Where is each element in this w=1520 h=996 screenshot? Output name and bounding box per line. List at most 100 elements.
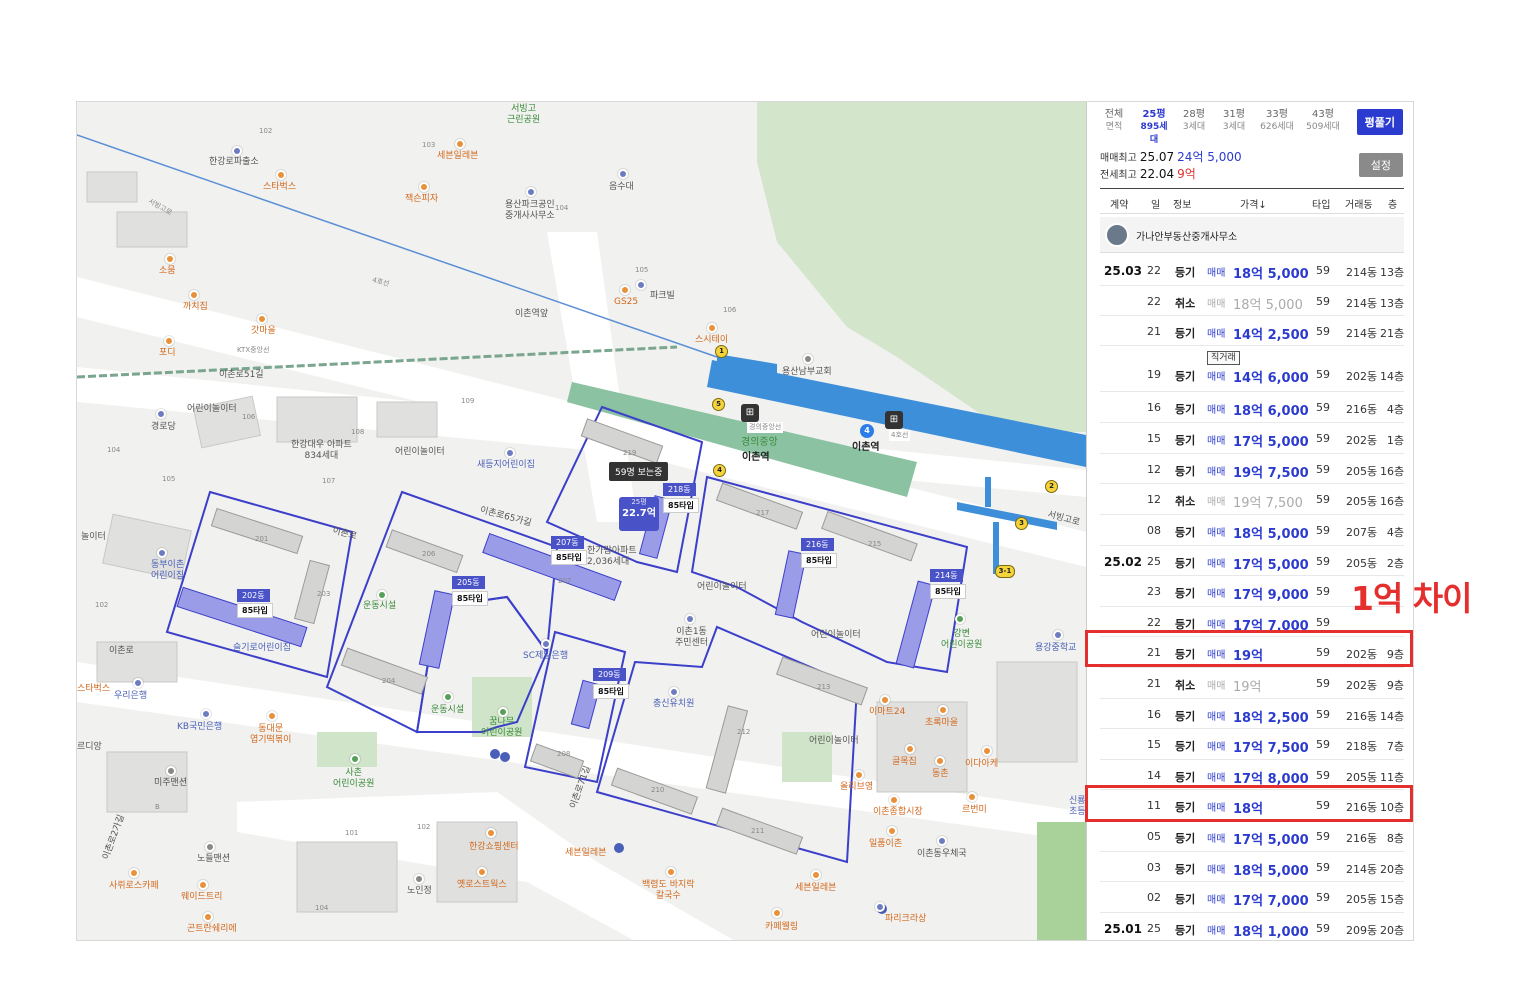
restaurant-icon[interactable] xyxy=(164,336,174,346)
subway-station-icon[interactable]: ⊞ xyxy=(741,404,759,422)
table-row[interactable]: 03 등기 매매 18억 5,000 59 214동 20층 xyxy=(1100,852,1404,882)
store-icon[interactable] xyxy=(811,870,821,880)
bank-icon[interactable] xyxy=(201,709,211,719)
table-row[interactable]: 16 등기 매매 18억 6,000 59 216동 4층 xyxy=(1100,392,1404,423)
store-icon[interactable] xyxy=(620,285,630,295)
dong-tag-214[interactable]: 214동 xyxy=(930,569,963,582)
restaurant-icon[interactable] xyxy=(887,826,897,836)
unfold-pyeong-button[interactable]: 평풀기 xyxy=(1356,109,1403,135)
store-icon[interactable] xyxy=(854,770,864,780)
building-icon[interactable] xyxy=(166,766,176,776)
cafe-icon[interactable] xyxy=(198,880,208,890)
tab-43py[interactable]: 43평 509세대 xyxy=(1303,108,1343,147)
store-icon[interactable] xyxy=(880,695,890,705)
tab-25py[interactable]: 25평 895세대 xyxy=(1137,108,1171,147)
restaurant-icon[interactable] xyxy=(666,867,676,877)
center-icon[interactable] xyxy=(685,614,695,624)
water-icon[interactable] xyxy=(618,169,628,179)
restaurant-icon[interactable] xyxy=(905,744,915,754)
table-row[interactable]: 05 등기 매매 17억 5,000 59 216동 8층 xyxy=(1100,821,1404,852)
park-icon[interactable] xyxy=(955,614,965,624)
col-building[interactable]: 거래동 xyxy=(1345,196,1373,211)
col-day[interactable]: 일 xyxy=(1151,196,1160,211)
table-row[interactable]: 25.03 22 등기 매매 18억 5,000 59 214동 13층 xyxy=(1100,255,1404,286)
market-icon[interactable] xyxy=(889,795,899,805)
bank-icon[interactable] xyxy=(133,678,143,688)
school-icon[interactable] xyxy=(1053,630,1063,640)
cafe-icon[interactable] xyxy=(203,912,213,922)
restaurant-icon[interactable] xyxy=(935,756,945,766)
cafe-icon[interactable] xyxy=(772,908,782,918)
exit-1-icon[interactable]: 1 xyxy=(715,345,728,358)
table-row[interactable]: 19 등기 매매 14억 6,000 59 202동 14층 직거래 xyxy=(1100,346,1404,392)
place-icon[interactable] xyxy=(636,280,646,290)
cafe-icon[interactable] xyxy=(276,170,286,180)
tab-33py[interactable]: 33평 626세대 xyxy=(1257,108,1297,147)
church-icon[interactable] xyxy=(803,354,813,364)
tab-31py[interactable]: 31평 3세대 xyxy=(1217,108,1251,147)
restaurant-icon[interactable] xyxy=(477,867,487,877)
exit-4-icon[interactable]: 4 xyxy=(713,464,726,477)
dong-tag-218[interactable]: 218동 xyxy=(663,483,696,496)
complex-price-marker[interactable]: 25평 22.7억 xyxy=(619,497,659,531)
dong-tag-202[interactable]: 202동 xyxy=(237,589,270,602)
col-type[interactable]: 타입 xyxy=(1312,196,1330,211)
kindergarten-icon[interactable] xyxy=(505,448,515,458)
senior-center-icon[interactable] xyxy=(156,409,166,419)
col-contract[interactable]: 계약 xyxy=(1110,196,1128,211)
exit-5-icon[interactable]: 5 xyxy=(712,398,725,411)
kindergarten-icon[interactable] xyxy=(669,687,679,697)
store-icon[interactable] xyxy=(938,705,948,715)
dong-tag-205[interactable]: 205동 xyxy=(452,576,485,589)
table-row[interactable]: 08 등기 매매 18억 5,000 59 207동 4층 xyxy=(1100,515,1404,546)
agency-icon[interactable] xyxy=(526,187,536,197)
exit-3-icon[interactable]: 3 xyxy=(1015,517,1028,530)
table-row[interactable]: 22 취소 매매 18억 5,000 59 214동 13층 xyxy=(1100,286,1404,316)
settings-button[interactable]: 설정 xyxy=(1358,153,1403,177)
restaurant-icon[interactable] xyxy=(707,323,717,333)
agency-row[interactable]: 가나안부동산중개사무소 xyxy=(1100,217,1404,253)
col-floor[interactable]: 층 xyxy=(1388,196,1397,211)
col-price[interactable]: 가격↓ xyxy=(1240,196,1267,211)
building-icon[interactable] xyxy=(205,842,215,852)
table-row[interactable]: 12 등기 매매 19억 7,500 59 205동 16층 xyxy=(1100,454,1404,484)
dong-tag-209[interactable]: 209동 xyxy=(593,668,626,681)
sports-icon[interactable] xyxy=(377,590,387,600)
table-row[interactable]: 12 취소 매매 19억 7,500 59 205동 16층 xyxy=(1100,484,1404,515)
kindergarten-icon[interactable] xyxy=(157,548,167,558)
park-icon[interactable] xyxy=(350,754,360,764)
table-row[interactable]: 21 취소 매매 19억 59 202동 9층 xyxy=(1100,668,1404,699)
restaurant-icon[interactable] xyxy=(165,254,175,264)
restaurant-icon[interactable] xyxy=(419,182,429,192)
table-row[interactable]: 02 등기 매매 17억 7,000 59 205동 15층 xyxy=(1100,882,1404,913)
sports-icon[interactable] xyxy=(443,692,453,702)
exit-2-icon[interactable]: 2 xyxy=(1045,480,1058,493)
store-icon[interactable] xyxy=(455,139,465,149)
senior-icon[interactable] xyxy=(414,874,424,884)
bank-icon[interactable] xyxy=(541,639,551,649)
park-icon[interactable] xyxy=(498,707,508,717)
table-row[interactable]: 21 등기 매매 14억 2,500 59 214동 21층 xyxy=(1100,316,1404,346)
map-view[interactable]: 서빙고 근린공원 102 103 한강로파출소 세븐일레븐 스타벅스 잭슨피자 … xyxy=(77,102,1086,940)
restaurant-icon[interactable] xyxy=(982,746,992,756)
table-row[interactable]: 25.01 25 등기 매매 18억 1,000 59 209동 20층 xyxy=(1100,913,1404,940)
post-office-icon[interactable] xyxy=(937,836,947,846)
restaurant-icon[interactable] xyxy=(257,314,267,324)
dong-tag-216[interactable]: 216동 xyxy=(801,538,834,551)
subway-station-icon[interactable]: ⊞ xyxy=(885,411,903,429)
restaurant-icon[interactable] xyxy=(267,711,277,721)
restaurant-icon[interactable] xyxy=(967,792,977,802)
cafe-icon[interactable] xyxy=(129,868,139,878)
restaurant-icon[interactable] xyxy=(189,290,199,300)
table-row[interactable]: 15 등기 매매 17억 5,000 59 202동 1층 xyxy=(1100,423,1404,454)
table-row[interactable]: 15 등기 매매 17억 7,500 59 218동 7층 xyxy=(1100,729,1404,760)
exit-3-1-icon[interactable]: 3-1 xyxy=(995,565,1015,578)
police-icon[interactable] xyxy=(232,146,242,156)
tab-28py[interactable]: 28평 3세대 xyxy=(1177,108,1211,147)
store-icon[interactable] xyxy=(486,828,496,838)
table-row[interactable]: 16 등기 매매 18억 2,500 59 216동 14층 xyxy=(1100,699,1404,729)
col-info[interactable]: 정보 xyxy=(1173,196,1191,211)
bakery-icon[interactable] xyxy=(875,902,885,912)
tab-all[interactable]: 전체 면적 xyxy=(1097,108,1131,147)
dong-tag-207[interactable]: 207동 xyxy=(551,536,584,549)
